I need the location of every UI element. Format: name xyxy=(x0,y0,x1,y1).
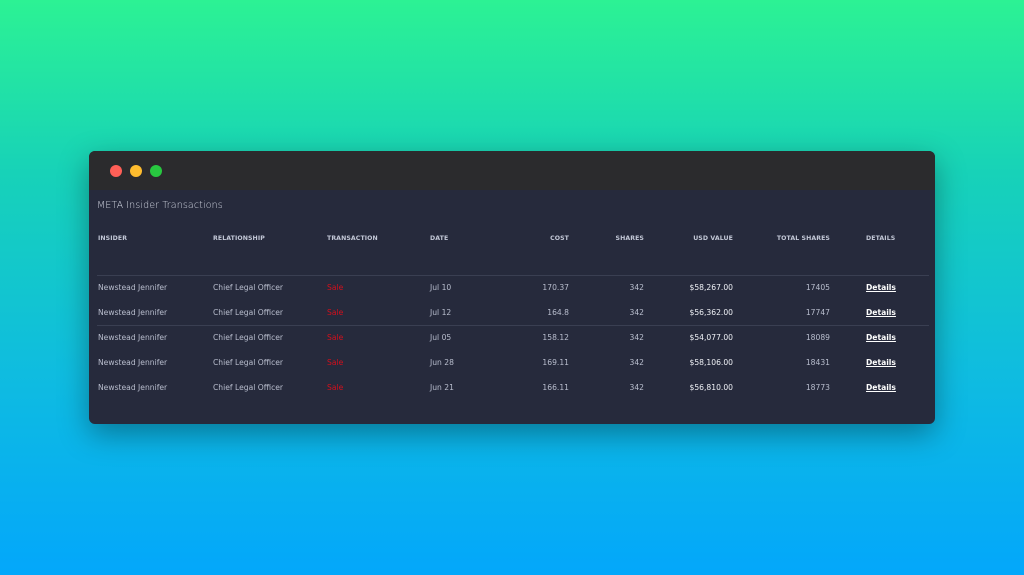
transaction-cell: Sale xyxy=(327,283,344,292)
table-header: INSIDER RELATIONSHIP TRANSACTION DATE CO… xyxy=(89,235,935,247)
details-link[interactable]: Details xyxy=(866,308,896,317)
header-relationship: RELATIONSHIP xyxy=(213,235,265,242)
transaction-cell: Sale xyxy=(327,308,344,317)
cost-cell: 169.11 xyxy=(542,358,569,367)
window-content: META Insider Transactions INSIDER RELATI… xyxy=(89,190,935,424)
relationship-cell: Chief Legal Officer xyxy=(213,358,284,367)
shares-cell: 342 xyxy=(629,383,645,392)
relationship-cell: Chief Legal Officer xyxy=(213,333,284,342)
shares-cell: 342 xyxy=(629,283,645,292)
app-window: META Insider Transactions INSIDER RELATI… xyxy=(89,151,935,424)
usd-value-cell: $58,267.00 xyxy=(689,283,733,292)
table-row: Newstead Jennifer Chief Legal Officer Sa… xyxy=(89,283,935,297)
date-cell: Jun 28 xyxy=(430,358,454,367)
relationship-cell: Chief Legal Officer xyxy=(213,383,284,392)
usd-value-cell: $56,810.00 xyxy=(689,383,733,392)
header-details: DETAILS xyxy=(866,235,896,242)
table-row: Newstead Jennifer Chief Legal Officer Sa… xyxy=(89,333,935,347)
close-window-button[interactable] xyxy=(110,165,122,177)
usd-value-cell: $56,362.00 xyxy=(689,308,733,317)
date-cell: Jun 21 xyxy=(430,383,454,392)
cost-cell: 158.12 xyxy=(542,333,569,342)
shares-cell: 342 xyxy=(629,308,645,317)
total-shares-cell: 17747 xyxy=(805,308,830,317)
cost-cell: 166.11 xyxy=(542,383,569,392)
title-bar xyxy=(89,151,935,190)
header-cost: COST xyxy=(550,235,569,242)
header-usd-value: USD VALUE xyxy=(693,235,733,242)
insider-cell: Newstead Jennifer xyxy=(98,358,168,367)
table-row: Newstead Jennifer Chief Legal Officer Sa… xyxy=(89,383,935,397)
usd-value-cell: $58,106.00 xyxy=(689,358,733,367)
transaction-cell: Sale xyxy=(327,358,344,367)
shares-cell: 342 xyxy=(629,333,645,342)
cost-cell: 170.37 xyxy=(542,283,569,292)
header-shares: SHARES xyxy=(615,235,644,242)
insider-cell: Newstead Jennifer xyxy=(98,308,168,317)
header-date: DATE xyxy=(430,235,449,242)
minimize-window-button[interactable] xyxy=(130,165,142,177)
details-link[interactable]: Details xyxy=(866,358,896,367)
table-row: Newstead Jennifer Chief Legal Officer Sa… xyxy=(89,358,935,372)
details-link[interactable]: Details xyxy=(866,333,896,342)
insider-cell: Newstead Jennifer xyxy=(98,333,168,342)
details-link[interactable]: Details xyxy=(866,283,896,292)
total-shares-cell: 17405 xyxy=(805,283,830,292)
insider-cell: Newstead Jennifer xyxy=(98,283,168,292)
total-shares-cell: 18773 xyxy=(805,383,830,392)
usd-value-cell: $54,077.00 xyxy=(689,333,733,342)
total-shares-cell: 18089 xyxy=(805,333,830,342)
transaction-cell: Sale xyxy=(327,333,344,342)
date-cell: Jul 10 xyxy=(430,283,452,292)
maximize-window-button[interactable] xyxy=(150,165,162,177)
details-link[interactable]: Details xyxy=(866,383,896,392)
page-title: META Insider Transactions xyxy=(97,200,223,211)
cost-cell: 164.8 xyxy=(547,308,569,317)
header-total-shares: TOTAL SHARES xyxy=(776,235,830,242)
date-cell: Jul 12 xyxy=(430,308,452,317)
transaction-cell: Sale xyxy=(327,383,344,392)
total-shares-cell: 18431 xyxy=(805,358,830,367)
relationship-cell: Chief Legal Officer xyxy=(213,283,284,292)
header-transaction: TRANSACTION xyxy=(327,235,378,242)
insider-cell: Newstead Jennifer xyxy=(98,383,168,392)
date-cell: Jul 05 xyxy=(430,333,452,342)
header-divider xyxy=(97,275,929,276)
relationship-cell: Chief Legal Officer xyxy=(213,308,284,317)
table-row: Newstead Jennifer Chief Legal Officer Sa… xyxy=(89,308,935,322)
shares-cell: 342 xyxy=(629,358,645,367)
header-insider: INSIDER xyxy=(98,235,128,242)
row-divider xyxy=(97,325,929,326)
